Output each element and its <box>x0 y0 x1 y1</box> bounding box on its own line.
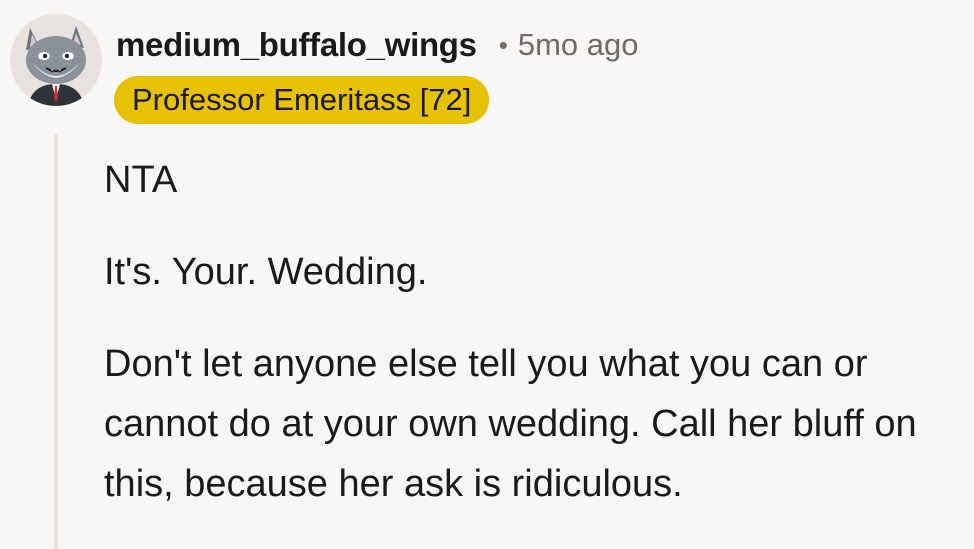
comment-paragraph: It's. Your. Wedding. <box>104 251 428 293</box>
comment: medium_buffalo_wings • 5mo ago Professor… <box>0 0 974 549</box>
user-flair-badge: Professor Emeritass [72] <box>114 76 490 124</box>
user-avatar[interactable] <box>10 14 102 106</box>
thread-collapse-line[interactable] <box>54 134 58 549</box>
wolf-avatar-icon <box>10 14 102 106</box>
comment-timestamp[interactable]: 5mo ago <box>518 27 639 63</box>
comment-header: medium_buffalo_wings • 5mo ago <box>116 26 638 64</box>
comment-paragraph: NTA <box>104 159 178 201</box>
username-link[interactable]: medium_buffalo_wings <box>116 26 477 64</box>
comment-paragraph: Don't let anyone else tell you what you … <box>104 343 917 505</box>
comment-body: NTA It's. Your. Wedding. Don't let anyon… <box>104 150 964 546</box>
meta-separator: • <box>498 29 508 60</box>
